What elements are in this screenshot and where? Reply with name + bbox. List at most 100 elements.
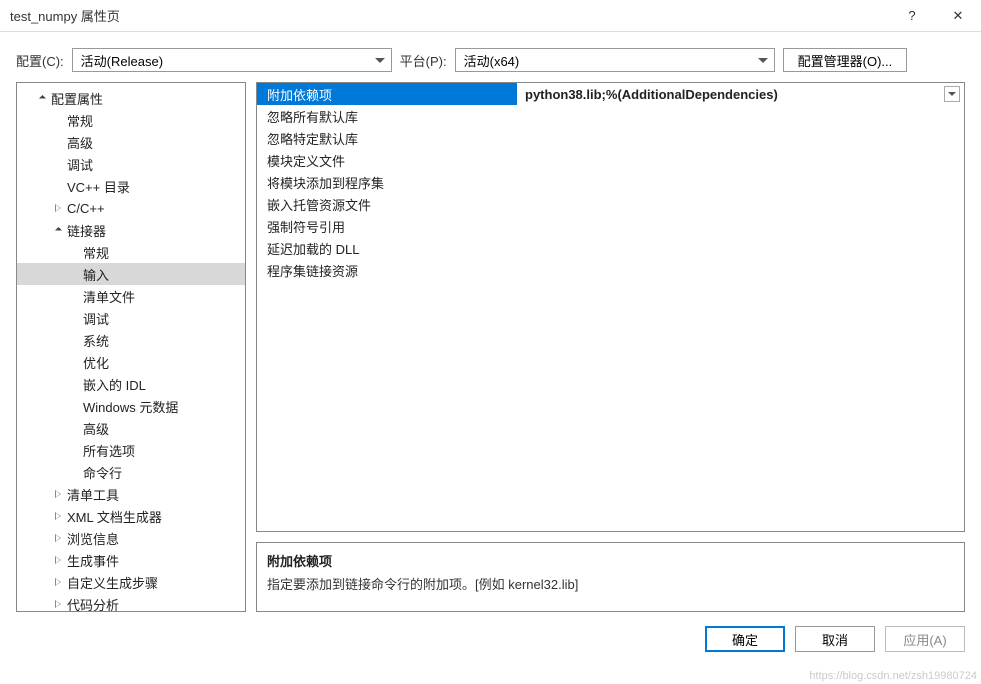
grid-key: 附加依赖项 — [257, 85, 517, 104]
close-icon: ✕ — [953, 8, 964, 24]
tree-label: 清单文件 — [83, 287, 135, 306]
tree-label: 配置属性 — [51, 89, 103, 108]
grid-row[interactable]: 忽略所有默认库 — [257, 105, 964, 127]
tree-item-linker-allopts[interactable]: 所有选项 — [17, 439, 245, 461]
tree-label: 所有选项 — [83, 441, 135, 460]
tree-label: 调试 — [67, 155, 93, 174]
toolbar: 配置(C): 活动(Release) 平台(P): 活动(x64) 配置管理器(… — [0, 32, 981, 82]
expand-icon[interactable] — [35, 91, 49, 105]
config-combo[interactable]: 活动(Release) — [72, 48, 392, 72]
tree-item-linker-debug[interactable]: 调试 — [17, 307, 245, 329]
tree-label: 调试 — [83, 309, 109, 328]
tree-item-linker-system[interactable]: 系统 — [17, 329, 245, 351]
tree-label: XML 文档生成器 — [67, 507, 162, 526]
tree-item-manifest-tool[interactable]: 清单工具 — [17, 483, 245, 505]
collapse-icon[interactable] — [51, 575, 65, 589]
watermark: https://blog.csdn.net/zsh19980724 — [809, 670, 977, 682]
collapse-icon[interactable] — [51, 531, 65, 545]
tree-item-linker-adv[interactable]: 高级 — [17, 417, 245, 439]
grid-row-additional-deps[interactable]: 附加依赖项 python38.lib;%(AdditionalDependenc… — [257, 83, 964, 105]
grid-row[interactable]: 延迟加载的 DLL — [257, 237, 964, 259]
config-label: 配置(C): — [16, 51, 64, 70]
grid-key: 将模块添加到程序集 — [257, 173, 517, 192]
footer: 确定 取消 应用(A) — [0, 612, 981, 666]
description-text: 指定要添加到链接命令行的附加项。[例如 kernel32.lib] — [267, 574, 954, 593]
grid-row[interactable]: 程序集链接资源 — [257, 259, 964, 281]
ok-button[interactable]: 确定 — [705, 626, 785, 652]
tree-item-linker-idl[interactable]: 嵌入的 IDL — [17, 373, 245, 395]
tree-label: 系统 — [83, 331, 109, 350]
tree-label: 清单工具 — [67, 485, 119, 504]
tree-item-ccpp[interactable]: C/C++ — [17, 197, 245, 219]
grid-value-text: python38.lib;%(AdditionalDependencies) — [525, 87, 778, 102]
description-panel: 附加依赖项 指定要添加到链接命令行的附加项。[例如 kernel32.lib] — [256, 542, 965, 612]
tree-item-general[interactable]: 常规 — [17, 109, 245, 131]
tree-item-linker[interactable]: 链接器 — [17, 219, 245, 241]
tree-label: 输入 — [83, 265, 109, 284]
property-grid[interactable]: 附加依赖项 python38.lib;%(AdditionalDependenc… — [256, 82, 965, 532]
tree-item-xmldoc[interactable]: XML 文档生成器 — [17, 505, 245, 527]
tree-item-custombuild[interactable]: 自定义生成步骤 — [17, 571, 245, 593]
grid-key: 延迟加载的 DLL — [257, 239, 517, 258]
collapse-icon[interactable] — [51, 201, 65, 215]
platform-combo[interactable]: 活动(x64) — [455, 48, 775, 72]
chevron-down-icon — [375, 58, 385, 63]
grid-key: 强制符号引用 — [257, 217, 517, 236]
tree-label: 链接器 — [67, 221, 106, 240]
grid-value[interactable]: python38.lib;%(AdditionalDependencies) — [517, 83, 964, 105]
titlebar: test_numpy 属性页 ? ✕ — [0, 0, 981, 32]
dropdown-icon[interactable] — [944, 86, 960, 102]
right-panel: 附加依赖项 python38.lib;%(AdditionalDependenc… — [256, 82, 965, 612]
collapse-icon[interactable] — [51, 487, 65, 501]
tree-label: 嵌入的 IDL — [83, 375, 146, 394]
tree-label: 优化 — [83, 353, 109, 372]
config-manager-button[interactable]: 配置管理器(O)... — [783, 48, 908, 72]
tree-label: 浏览信息 — [67, 529, 119, 548]
tree-label: 常规 — [83, 243, 109, 262]
platform-label: 平台(P): — [400, 51, 447, 70]
tree-panel[interactable]: 配置属性 常规 高级 调试 VC++ 目录 C/C++ 链接器 常规 输入 清单… — [16, 82, 246, 612]
tree-label: C/C++ — [67, 201, 105, 216]
chevron-down-icon — [758, 58, 768, 63]
tree-label: 高级 — [83, 419, 109, 438]
collapse-icon[interactable] — [51, 509, 65, 523]
tree-item-vcdirs[interactable]: VC++ 目录 — [17, 175, 245, 197]
tree-item-linker-manifest[interactable]: 清单文件 — [17, 285, 245, 307]
collapse-icon[interactable] — [51, 553, 65, 567]
tree-item-linker-cmd[interactable]: 命令行 — [17, 461, 245, 483]
grid-key: 忽略所有默认库 — [257, 107, 517, 126]
tree-item-linker-winmeta[interactable]: Windows 元数据 — [17, 395, 245, 417]
tree-item-root[interactable]: 配置属性 — [17, 87, 245, 109]
tree-label: VC++ 目录 — [67, 177, 130, 196]
apply-button: 应用(A) — [885, 626, 965, 652]
description-title: 附加依赖项 — [267, 551, 954, 570]
help-icon: ? — [908, 8, 915, 23]
collapse-icon[interactable] — [51, 597, 65, 611]
tree-item-linker-general[interactable]: 常规 — [17, 241, 245, 263]
tree-item-browse[interactable]: 浏览信息 — [17, 527, 245, 549]
grid-row[interactable]: 将模块添加到程序集 — [257, 171, 964, 193]
tree-label: 常规 — [67, 111, 93, 130]
tree-item-debug[interactable]: 调试 — [17, 153, 245, 175]
config-value: 活动(Release) — [81, 51, 163, 70]
grid-row[interactable]: 忽略特定默认库 — [257, 127, 964, 149]
grid-key: 忽略特定默认库 — [257, 129, 517, 148]
content-area: 配置属性 常规 高级 调试 VC++ 目录 C/C++ 链接器 常规 输入 清单… — [0, 82, 981, 612]
grid-row[interactable]: 强制符号引用 — [257, 215, 964, 237]
tree-label: 高级 — [67, 133, 93, 152]
cancel-button[interactable]: 取消 — [795, 626, 875, 652]
grid-row[interactable]: 嵌入托管资源文件 — [257, 193, 964, 215]
tree-item-linker-optim[interactable]: 优化 — [17, 351, 245, 373]
tree-label: 命令行 — [83, 463, 122, 482]
grid-row[interactable]: 模块定义文件 — [257, 149, 964, 171]
tree-item-linker-input[interactable]: 输入 — [17, 263, 245, 285]
expand-icon[interactable] — [51, 223, 65, 237]
tree-label: 生成事件 — [67, 551, 119, 570]
grid-key: 程序集链接资源 — [257, 261, 517, 280]
tree-item-codeanalysis[interactable]: 代码分析 — [17, 593, 245, 612]
tree-item-buildevents[interactable]: 生成事件 — [17, 549, 245, 571]
grid-key: 嵌入托管资源文件 — [257, 195, 517, 214]
close-button[interactable]: ✕ — [935, 0, 981, 32]
help-button[interactable]: ? — [889, 0, 935, 32]
tree-item-advanced[interactable]: 高级 — [17, 131, 245, 153]
